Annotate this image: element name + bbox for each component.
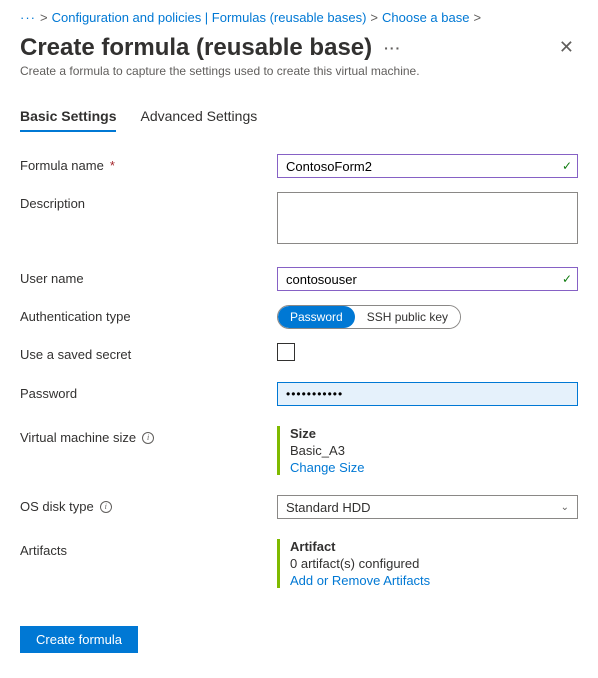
tab-basic-settings[interactable]: Basic Settings [20,108,116,132]
password-input[interactable] [277,382,578,406]
vm-size-block: Size Basic_A3 Change Size [277,426,578,475]
info-icon[interactable]: i [100,501,112,513]
artifacts-block: Artifact 0 artifact(s) configured Add or… [277,539,578,588]
auth-type-password[interactable]: Password [278,306,355,328]
page-subtitle: Create a formula to capture the settings… [20,64,578,78]
label-os-disk: OS disk type i [20,495,277,514]
change-size-link[interactable]: Change Size [290,460,578,475]
label-password: Password [20,382,277,401]
label-vm-size: Virtual machine size i [20,426,277,445]
artifacts-head: Artifact [290,539,578,554]
label-saved-secret: Use a saved secret [20,343,277,362]
artifacts-count: 0 artifact(s) configured [290,556,578,571]
label-auth-type: Authentication type [20,305,277,324]
description-input[interactable] [277,192,578,244]
check-icon: ✓ [562,159,572,173]
breadcrumb: ··· > Configuration and policies | Formu… [20,10,578,25]
saved-secret-checkbox[interactable] [277,343,295,361]
label-description: Description [20,192,277,211]
breadcrumb-link-config[interactable]: Configuration and policies | Formulas (r… [52,10,367,25]
close-icon[interactable]: ✕ [555,33,578,62]
breadcrumb-overflow[interactable]: ··· [20,10,36,25]
add-remove-artifacts-link[interactable]: Add or Remove Artifacts [290,573,578,588]
label-user-name: User name [20,267,277,286]
breadcrumb-sep: > [370,10,378,25]
check-icon: ✓ [562,272,572,286]
chevron-down-icon: ⌄ [561,502,569,513]
breadcrumb-link-choose[interactable]: Choose a base [382,10,469,25]
vm-size-head: Size [290,426,578,441]
more-icon[interactable]: ··· [384,40,401,56]
header: Create formula (reusable base) ··· ✕ [20,33,578,62]
tab-advanced-settings[interactable]: Advanced Settings [140,108,257,132]
vm-size-value: Basic_A3 [290,443,578,458]
formula-name-input[interactable] [277,154,578,178]
breadcrumb-sep: > [473,10,481,25]
user-name-input[interactable] [277,267,578,291]
auth-type-ssh[interactable]: SSH public key [355,306,460,328]
page-title: Create formula (reusable base) ··· [20,34,401,62]
label-artifacts: Artifacts [20,539,277,558]
info-icon[interactable]: i [142,432,154,444]
required-indicator: * [110,158,115,173]
auth-type-toggle: Password SSH public key [277,305,461,329]
breadcrumb-sep: > [40,10,48,25]
os-disk-value: Standard HDD [286,500,371,515]
create-formula-button[interactable]: Create formula [20,626,138,653]
label-formula-name: Formula name* [20,154,277,173]
page-title-text: Create formula (reusable base) [20,34,372,62]
os-disk-select[interactable]: Standard HDD ⌄ [277,495,578,519]
tabs: Basic Settings Advanced Settings [20,108,578,132]
